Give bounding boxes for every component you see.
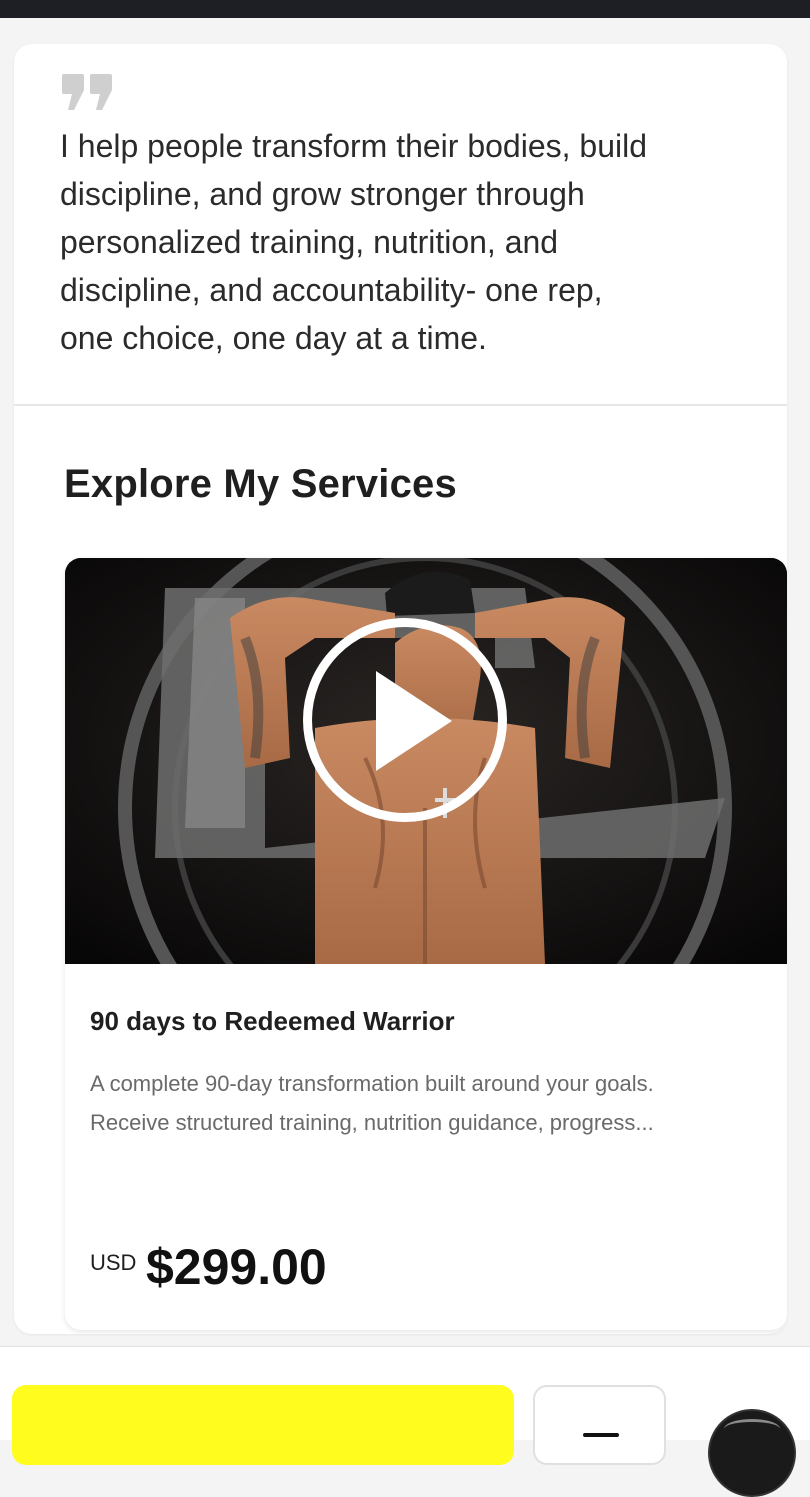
price-currency: USD — [90, 1250, 137, 1275]
bio-line: personalized training, nutrition, and — [60, 224, 559, 260]
services-heading: Explore My Services — [64, 462, 457, 506]
menu-icon — [583, 1433, 619, 1437]
menu-button[interactable] — [533, 1385, 666, 1465]
bio-line: I help people transform their bodies, bu… — [60, 128, 648, 164]
status-bar — [0, 0, 810, 18]
quote-icon — [62, 74, 112, 110]
service-description-line: A complete 90-day transformation built a… — [90, 1071, 654, 1096]
play-icon — [376, 671, 452, 771]
avatar-logo — [724, 1419, 780, 1439]
bio-line: discipline, and grow stronger through — [60, 176, 585, 212]
price-amount: $299.00 — [146, 1239, 327, 1295]
play-button[interactable] — [303, 618, 507, 822]
bio-text: I help people transform their bodies, bu… — [60, 122, 760, 362]
service-card[interactable]: 90 days to Redeemed Warrior A complete 9… — [65, 558, 787, 1330]
profile-card: I help people transform their bodies, bu… — [14, 44, 787, 1334]
service-description: A complete 90-day transformation built a… — [90, 1064, 770, 1142]
bio-line: discipline, and accountability- one rep, — [60, 272, 603, 308]
service-title[interactable]: 90 days to Redeemed Warrior — [90, 1006, 455, 1037]
service-description-line: Receive structured training, nutrition g… — [90, 1110, 654, 1135]
bio-line: one choice, one day at a time. — [60, 320, 487, 356]
service-video-thumbnail[interactable] — [65, 558, 787, 964]
primary-cta-button[interactable] — [12, 1385, 514, 1465]
bio-section: I help people transform their bodies, bu… — [14, 44, 787, 406]
avatar[interactable] — [708, 1409, 796, 1497]
bottom-action-bar — [0, 1346, 810, 1497]
